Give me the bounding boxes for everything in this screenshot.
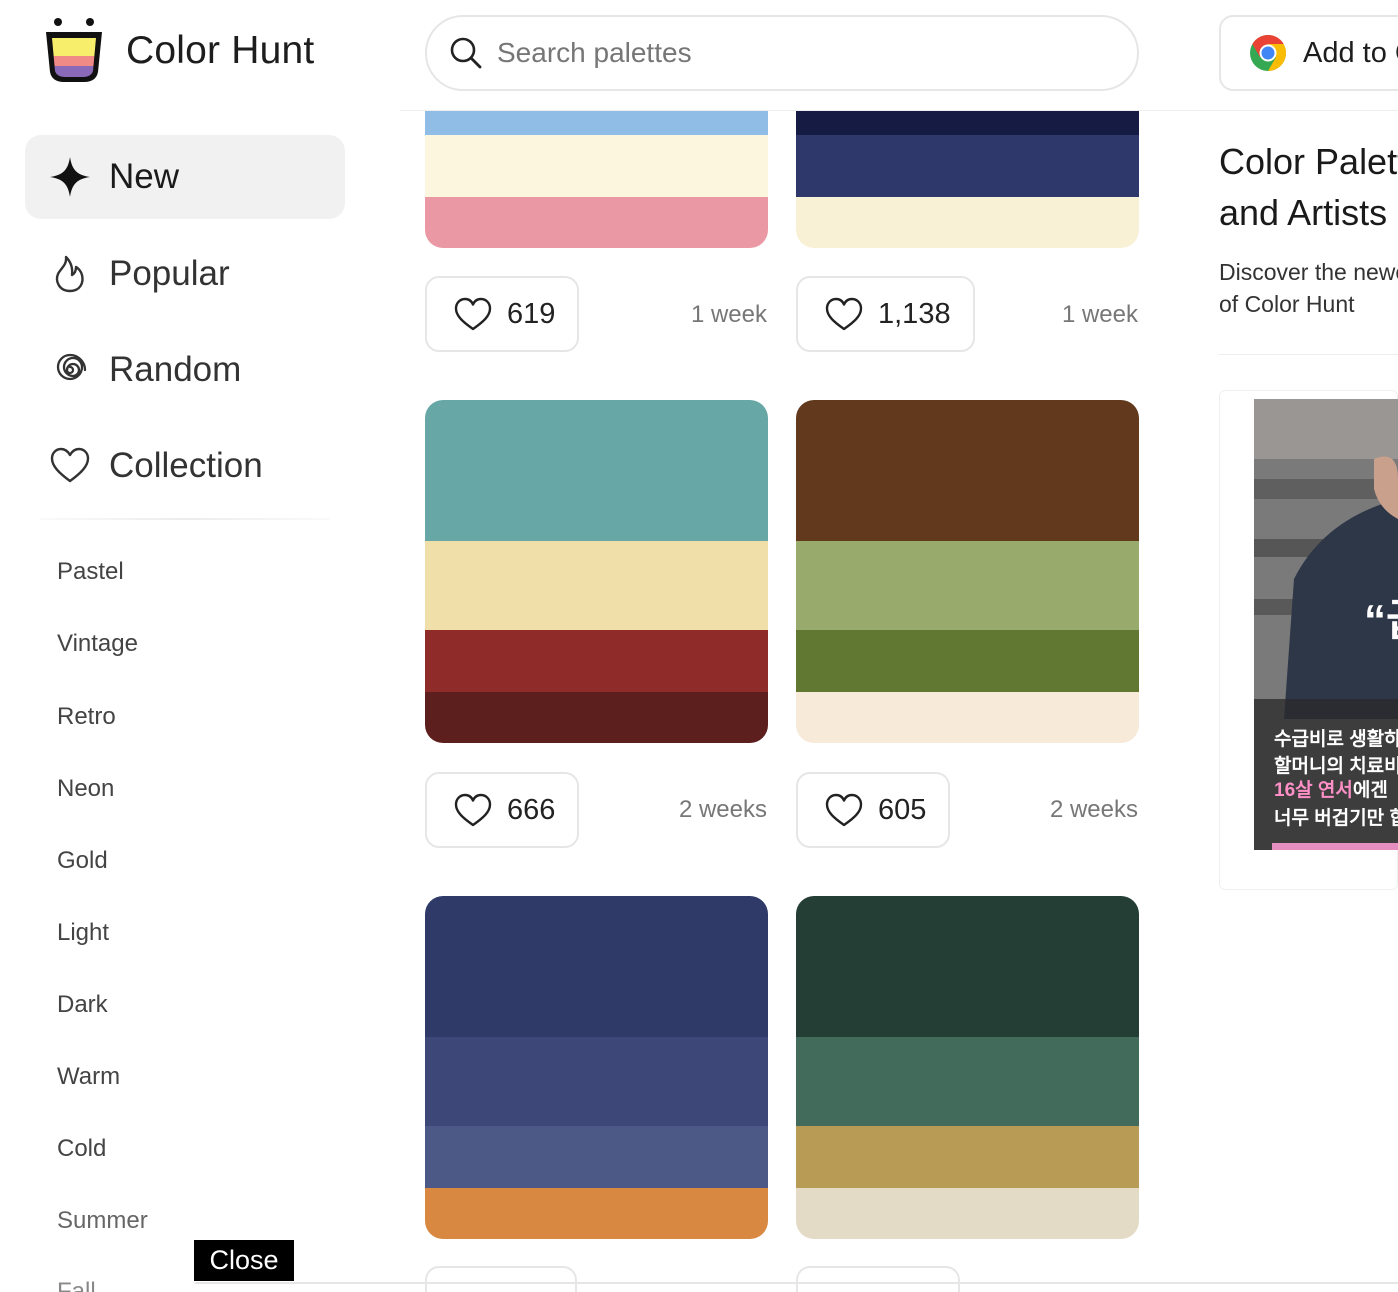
right-panel-description: Discover the newest hand-picked palettes… — [1219, 256, 1398, 320]
palette-1-like-button[interactable]: 619 — [425, 276, 580, 352]
tag-dark[interactable]: Dark — [57, 991, 108, 1019]
palette-5-color-2[interactable] — [425, 1037, 768, 1126]
ad-text-line-4: 너무 버겁기만 합니다 — [1274, 808, 1398, 829]
tag-cold[interactable]: Cold — [57, 1135, 106, 1163]
palette-card-5[interactable] — [425, 896, 768, 1239]
close-button[interactable]: Close — [194, 1240, 294, 1281]
chrome-icon — [1250, 34, 1287, 72]
palette-card-6[interactable] — [796, 896, 1139, 1239]
app-name: Color Hunt — [126, 29, 315, 72]
add-to-chrome-button[interactable]: Add to Chrome — [1219, 15, 1398, 91]
palette-4-like-button[interactable]: 605 — [796, 772, 951, 848]
tag-summer[interactable]: Summer — [57, 1207, 148, 1235]
right-panel-title: Color Palettes for Designers and Artists — [1219, 136, 1398, 238]
palette-2-color-1[interactable] — [796, 111, 1139, 135]
logo[interactable]: Color Hunt — [40, 16, 314, 86]
palette-6-color-3[interactable] — [796, 1126, 1139, 1188]
palette-card-4[interactable] — [796, 400, 1139, 743]
palette-1-color-3[interactable] — [425, 197, 768, 248]
right-panel-divider — [1219, 354, 1398, 355]
ad-image[interactable]: “급 수급비로 생활하는 할머니의 치료비 16살 연서에겐 너무 버겁기만 합… — [1254, 399, 1398, 850]
ad-quote: “급 — [1364, 596, 1398, 645]
right-desc-line-1: Discover the newest hand-picked palettes — [1219, 259, 1398, 285]
add-to-chrome-label: Add to Chrome — [1303, 36, 1398, 69]
nav-random[interactable]: Random — [25, 328, 345, 412]
palette-5-color-1[interactable] — [425, 896, 768, 1037]
tag-gold[interactable]: Gold — [57, 847, 108, 875]
tag-pastel[interactable]: Pastel — [57, 558, 124, 586]
ad-text-line-3: 16살 연서에겐 — [1274, 775, 1388, 802]
search-icon — [450, 37, 482, 69]
ad-text-highlight: 16살 연서 — [1274, 780, 1353, 801]
palette-6-color-1[interactable] — [796, 896, 1139, 1037]
ad-text-rest: 에겐 — [1352, 780, 1388, 801]
spiral-icon — [56, 353, 87, 381]
palette-3-likes: 666 — [507, 793, 556, 826]
palette-3-age: 2 weeks — [678, 796, 767, 823]
color-hunt-logo-icon — [46, 18, 102, 82]
sidebar-divider — [40, 518, 330, 520]
color-hunt-page: Color Hunt Add to Chrome New Popu — [0, 0, 1398, 1292]
palette-6-color-2[interactable] — [796, 1037, 1139, 1126]
sparkle-icon — [50, 157, 90, 197]
palette-2-likes: 1,138 — [878, 297, 951, 330]
palette-3-color-4[interactable] — [425, 692, 768, 743]
palette-3-color-1[interactable] — [425, 400, 768, 541]
palette-card-2[interactable] — [796, 111, 1139, 248]
palette-1-color-2[interactable] — [425, 135, 768, 197]
palette-5-color-4[interactable] — [425, 1188, 768, 1239]
palette-1-color-1[interactable] — [425, 111, 768, 135]
palette-2-color-3[interactable] — [796, 197, 1139, 248]
heart-icon — [454, 297, 492, 331]
search-bar[interactable] — [425, 15, 1139, 91]
palette-1-age: 1 week — [690, 301, 767, 328]
heart-icon — [825, 297, 863, 331]
palette-5-color-3[interactable] — [425, 1126, 768, 1188]
tag-warm[interactable]: Warm — [57, 1063, 120, 1091]
tag-neon[interactable]: Neon — [57, 775, 114, 803]
ad-text-line-2: 할머니의 치료비 — [1274, 756, 1398, 777]
palette-card-3[interactable] — [425, 400, 768, 743]
nav-random-label: Random — [109, 350, 242, 389]
palette-4-age: 2 weeks — [1049, 796, 1138, 823]
nav-popular[interactable]: Popular — [25, 232, 345, 316]
nav-popular-label: Popular — [109, 254, 230, 293]
palette-4-color-4[interactable] — [796, 692, 1139, 743]
palette-4-color-3[interactable] — [796, 630, 1139, 692]
bottom-bar-border — [195, 1282, 1398, 1284]
palette-3-color-3[interactable] — [425, 630, 768, 692]
tag-vintage[interactable]: Vintage — [57, 630, 138, 658]
tag-light[interactable]: Light — [57, 919, 109, 947]
palette-2-color-2[interactable] — [796, 135, 1139, 197]
heart-icon — [454, 793, 492, 827]
right-title-line-2: and Artists — [1219, 192, 1388, 233]
nav-new-label: New — [109, 157, 180, 196]
palette-4-color-1[interactable] — [796, 400, 1139, 541]
palette-2-age: 1 week — [1061, 301, 1138, 328]
nav-collection-label: Collection — [109, 446, 263, 485]
search-input[interactable] — [497, 37, 1097, 69]
palette-5-like-button[interactable] — [425, 1266, 577, 1292]
palette-4-color-2[interactable] — [796, 541, 1139, 630]
right-desc-line-2: of Color Hunt — [1219, 291, 1355, 317]
palette-card-1[interactable] — [425, 111, 768, 248]
palette-3-like-button[interactable]: 666 — [425, 772, 580, 848]
ad-text-line-1: 수급비로 생활하는 — [1274, 729, 1398, 750]
palette-6-like-button[interactable] — [796, 1266, 960, 1292]
nav-new[interactable]: New — [25, 135, 345, 219]
heart-icon — [825, 793, 863, 827]
flame-icon — [55, 255, 84, 293]
right-title-line-1: Color Palettes for Designers — [1219, 141, 1398, 182]
palette-2-like-button[interactable]: 1,138 — [796, 276, 975, 352]
heart-icon — [50, 447, 90, 483]
palette-1-likes: 619 — [507, 297, 556, 330]
palette-3-color-2[interactable] — [425, 541, 768, 630]
palette-6-color-4[interactable] — [796, 1188, 1139, 1239]
palette-4-likes: 605 — [878, 793, 927, 826]
tag-fall[interactable]: Fall — [57, 1278, 96, 1292]
tag-retro[interactable]: Retro — [57, 703, 116, 731]
nav-collection[interactable]: Collection — [25, 424, 345, 508]
